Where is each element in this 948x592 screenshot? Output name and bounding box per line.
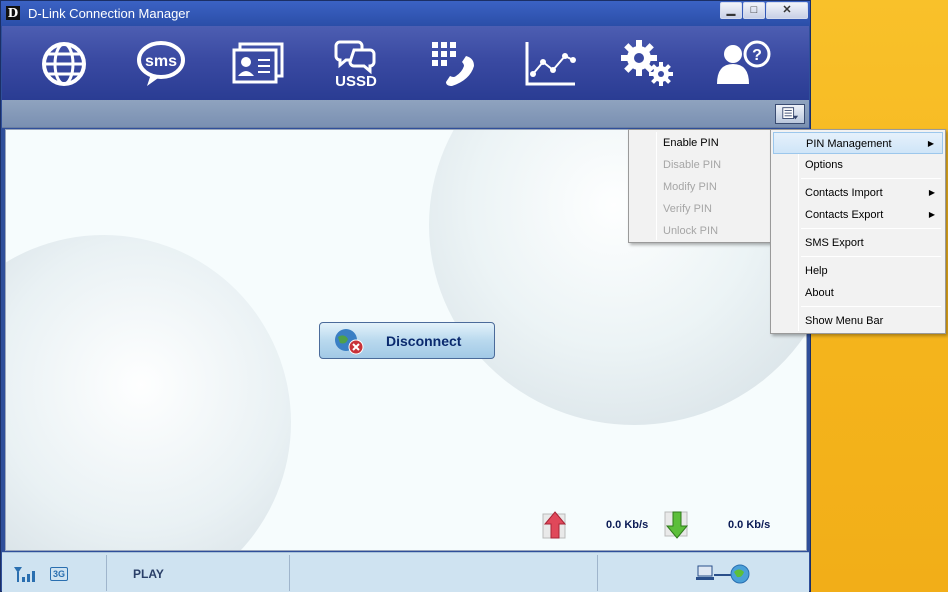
close-button[interactable]: ✕ — [766, 2, 808, 19]
ussd-icon: USSD — [334, 40, 377, 90]
pin-management-submenu: Enable PIN Disable PIN Modify PIN Verify… — [628, 129, 776, 243]
menu-item-disable-pin: Disable PIN — [663, 159, 722, 171]
settings-button[interactable] — [619, 38, 675, 90]
upload-rate: 0.0 Kb/s — [606, 519, 649, 531]
status-bar: 3G PLAY — [2, 552, 809, 592]
ussd-button[interactable]: USSD — [328, 38, 384, 90]
background-globe-left — [6, 235, 291, 550]
window-title: D-Link Connection Manager — [28, 6, 190, 21]
help-user-icon: ? — [717, 40, 771, 84]
submenu-arrow-icon: ▶ — [928, 188, 935, 197]
sub-toolbar — [2, 100, 809, 128]
menu-item-about[interactable]: About — [773, 282, 943, 304]
download-arrow-icon — [664, 511, 689, 539]
title-bar[interactable]: D D-Link Connection Manager ▁ □ ✕ — [1, 1, 810, 26]
help-button[interactable]: ? — [715, 38, 771, 90]
app-window: D D-Link Connection Manager ▁ □ ✕ sms US… — [0, 0, 811, 592]
internet-button[interactable] — [36, 38, 92, 90]
menu-item-show-menu-bar[interactable]: Show Menu Bar — [773, 310, 943, 332]
download-rate: 0.0 Kb/s — [728, 519, 771, 531]
signal-strength-icon — [14, 567, 35, 582]
globe-icon — [42, 42, 86, 86]
submenu-arrow-icon: ▶ — [927, 139, 934, 148]
sms-button[interactable]: sms — [133, 38, 189, 90]
connection-status-icon — [696, 564, 750, 584]
menu-item-unlock-pin: Unlock PIN — [663, 225, 719, 237]
maximize-button[interactable]: □ — [743, 2, 765, 19]
submenu-arrow-icon: ▶ — [928, 210, 935, 219]
help-icon-label: ? — [752, 47, 762, 64]
sms-icon: sms — [137, 41, 185, 86]
statistics-button[interactable] — [523, 38, 579, 90]
ussd-icon-label: USSD — [335, 73, 377, 90]
menu-item-enable-pin[interactable]: Enable PIN — [631, 132, 773, 154]
menu-separator — [801, 228, 941, 229]
menu-item-sms-export[interactable]: SMS Export — [773, 232, 943, 254]
main-toolbar: sms USSD ? — [2, 26, 809, 100]
menu-separator — [801, 256, 941, 257]
phone-keypad-icon — [432, 42, 474, 86]
status-connection-cell — [598, 555, 809, 591]
status-signal-cell: 3G — [2, 555, 107, 591]
disconnect-label: Disconnect — [386, 333, 462, 349]
dlink-logo: D — [6, 6, 20, 20]
menu-item-modify-pin: Modify PIN — [663, 181, 717, 193]
settings-gears-icon — [621, 40, 673, 86]
menu-separator — [801, 178, 941, 179]
disconnect-globe-icon — [335, 329, 364, 355]
minimize-button[interactable]: ▁ — [720, 2, 742, 19]
menu-separator — [801, 306, 941, 307]
phone-button[interactable] — [426, 38, 482, 90]
upload-arrow-icon — [542, 511, 567, 539]
context-menu: PIN Management ▶ Options Contacts Import ▶… — [770, 129, 946, 334]
network-type-badge: 3G — [50, 567, 68, 581]
operator-name: PLAY — [133, 567, 164, 581]
status-message-cell — [290, 555, 598, 591]
menu-list-icon — [782, 107, 799, 120]
menu-item-options[interactable]: Options — [773, 154, 943, 176]
sms-icon-label: sms — [145, 53, 177, 70]
disconnect-button[interactable]: Disconnect — [319, 322, 495, 359]
menu-item-pin-management[interactable]: PIN Management ▶ — [773, 132, 943, 154]
statistics-chart-icon — [525, 42, 576, 86]
menu-item-contacts-import[interactable]: Contacts Import ▶ — [773, 182, 943, 204]
contacts-button[interactable] — [230, 38, 286, 90]
contacts-card-icon — [232, 42, 284, 84]
status-operator-cell: PLAY — [107, 555, 290, 591]
menu-item-verify-pin: Verify PIN — [663, 203, 712, 215]
menu-item-help[interactable]: Help — [773, 260, 943, 282]
menu-toggle-button[interactable] — [775, 104, 805, 124]
menu-item-contacts-export[interactable]: Contacts Export ▶ — [773, 204, 943, 226]
